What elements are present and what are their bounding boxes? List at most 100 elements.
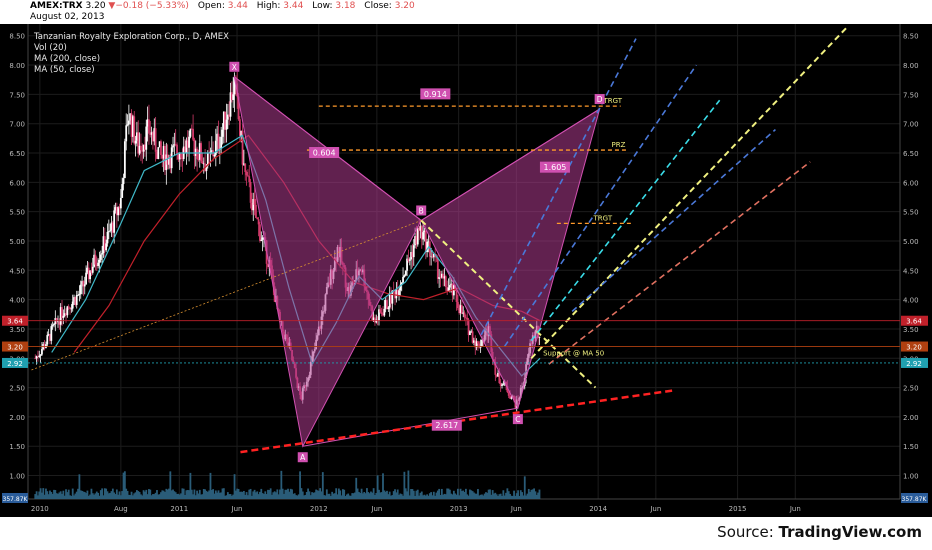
candle-body [62, 315, 65, 318]
candle-body [188, 136, 190, 148]
price-change: ▼−0.18 (−5.33%) [108, 1, 189, 11]
candle-body [121, 184, 124, 198]
candle-body [157, 147, 160, 159]
x-tick-label: 2015 [729, 505, 747, 513]
x-tick-label: 2011 [170, 505, 188, 513]
candle-body [122, 178, 125, 185]
candle-body [217, 133, 220, 150]
point-label-c: C [515, 415, 520, 424]
candle-body [94, 254, 97, 265]
source-credit: Source: TradingView.com [717, 523, 922, 541]
open-label: Open: [197, 1, 225, 11]
ratio-label-0: 0.914 [424, 90, 447, 99]
legend-study-volume[interactable]: Vol (20) [34, 43, 229, 54]
candle-body [180, 153, 182, 158]
y-tick-label-left: 8.50 [9, 33, 25, 41]
candle-body [383, 308, 386, 316]
level-label-0: TRGT [602, 97, 622, 105]
candle-body [257, 219, 260, 225]
candle-body [402, 276, 404, 283]
legend-study-ma50[interactable]: MA (50, close) [34, 65, 229, 76]
candle-body [196, 148, 198, 160]
y-tick-label-right: 6.50 [903, 150, 919, 158]
y-tick-label-left: 7.50 [9, 91, 25, 99]
level-label-2: TRGT [593, 214, 613, 222]
candle-body [127, 120, 130, 125]
candle-body [225, 119, 228, 130]
x-tick-label: 2010 [31, 505, 49, 513]
high-value: 3.44 [283, 1, 304, 11]
candle-body [77, 294, 79, 296]
ratio-label-1: 0.604 [313, 149, 336, 158]
candle-body [53, 323, 55, 326]
y-tick-label-right: 8.00 [903, 62, 919, 70]
candle-body [113, 210, 116, 233]
legend-study-ma200[interactable]: MA (200, close) [34, 54, 229, 65]
candle-body [232, 94, 235, 100]
candle-body [189, 128, 192, 137]
candle-body [109, 230, 112, 232]
candle-body [75, 295, 78, 305]
x-tick-label: Aug [114, 505, 128, 513]
candle-body [404, 270, 407, 276]
y-tick-label-left: 1.00 [9, 473, 25, 481]
price-chart[interactable]: 1.001.001.501.502.002.002.502.503.003.00… [0, 0, 932, 517]
chart-legend: Tanzanian Royalty Exploration Corp., D, … [34, 32, 229, 76]
candle-body [67, 306, 70, 308]
y-tick-label-left: 4.50 [9, 267, 25, 275]
legend-title[interactable]: Tanzanian Royalty Exploration Corp., D, … [34, 32, 229, 43]
candle-body [123, 141, 126, 179]
candle-body [422, 232, 425, 240]
volume-tag-right: 357.87K [902, 496, 928, 503]
candle-body [140, 145, 142, 151]
symbol-name[interactable]: AMEX:TRX [30, 1, 83, 11]
candle-body [105, 243, 108, 251]
source-prefix: Source: [717, 523, 779, 541]
y-tick-label-right: 2.50 [903, 385, 919, 393]
point-label-x: X [232, 63, 237, 72]
x-tick-label: Jun [789, 505, 801, 513]
candle-body [70, 308, 73, 310]
y-tick-label-left: 7.00 [9, 121, 25, 129]
source-brand[interactable]: TradingView.com [779, 523, 922, 541]
candle-body [403, 275, 406, 277]
y-tick-label-right: 3.50 [903, 326, 919, 334]
candle-body [154, 128, 157, 152]
candle-body [456, 301, 459, 309]
price-tag-right: 3.64 [906, 318, 922, 326]
candle-body [78, 293, 81, 295]
volume-bar [407, 470, 410, 499]
ratio-label-2: 1.605 [543, 163, 566, 172]
x-tick-label: Jun [510, 505, 522, 513]
y-tick-label-right: 8.50 [903, 33, 919, 41]
candle-body [66, 306, 69, 316]
candle-body [79, 284, 82, 294]
annotation-0: Support @ MA 50 [543, 349, 604, 357]
y-tick-label-right: 7.50 [903, 91, 919, 99]
candle-body [260, 239, 263, 241]
candle-body [245, 171, 248, 176]
y-tick-label-left: 6.00 [9, 179, 25, 187]
candle-body [477, 341, 479, 344]
footer-bar: Source: TradingView.com [0, 517, 932, 550]
y-tick-label-left: 5.50 [9, 209, 25, 217]
x-tick-label: 2014 [589, 505, 607, 513]
price-tag-right: 3.20 [906, 344, 922, 352]
close-value: 3.20 [394, 1, 415, 11]
low-value: 3.18 [335, 1, 356, 11]
candle-body [119, 197, 122, 209]
candle-body [507, 392, 510, 396]
candle-body [106, 231, 109, 244]
point-label-b: B [419, 206, 424, 215]
candle-body [538, 336, 541, 338]
open-value: 3.44 [227, 1, 248, 11]
y-tick-label-left: 1.50 [9, 443, 25, 451]
candle-body [97, 262, 100, 266]
candle-body [259, 224, 261, 241]
candle-body [126, 124, 129, 126]
candle-body [448, 285, 451, 288]
symbol-header: AMEX:TRX 3.20 ▼−0.18 (−5.33%) Open: 3.44… [0, 0, 932, 24]
candle-body [133, 116, 136, 144]
candle-body [501, 384, 503, 386]
candle-body [148, 119, 150, 134]
